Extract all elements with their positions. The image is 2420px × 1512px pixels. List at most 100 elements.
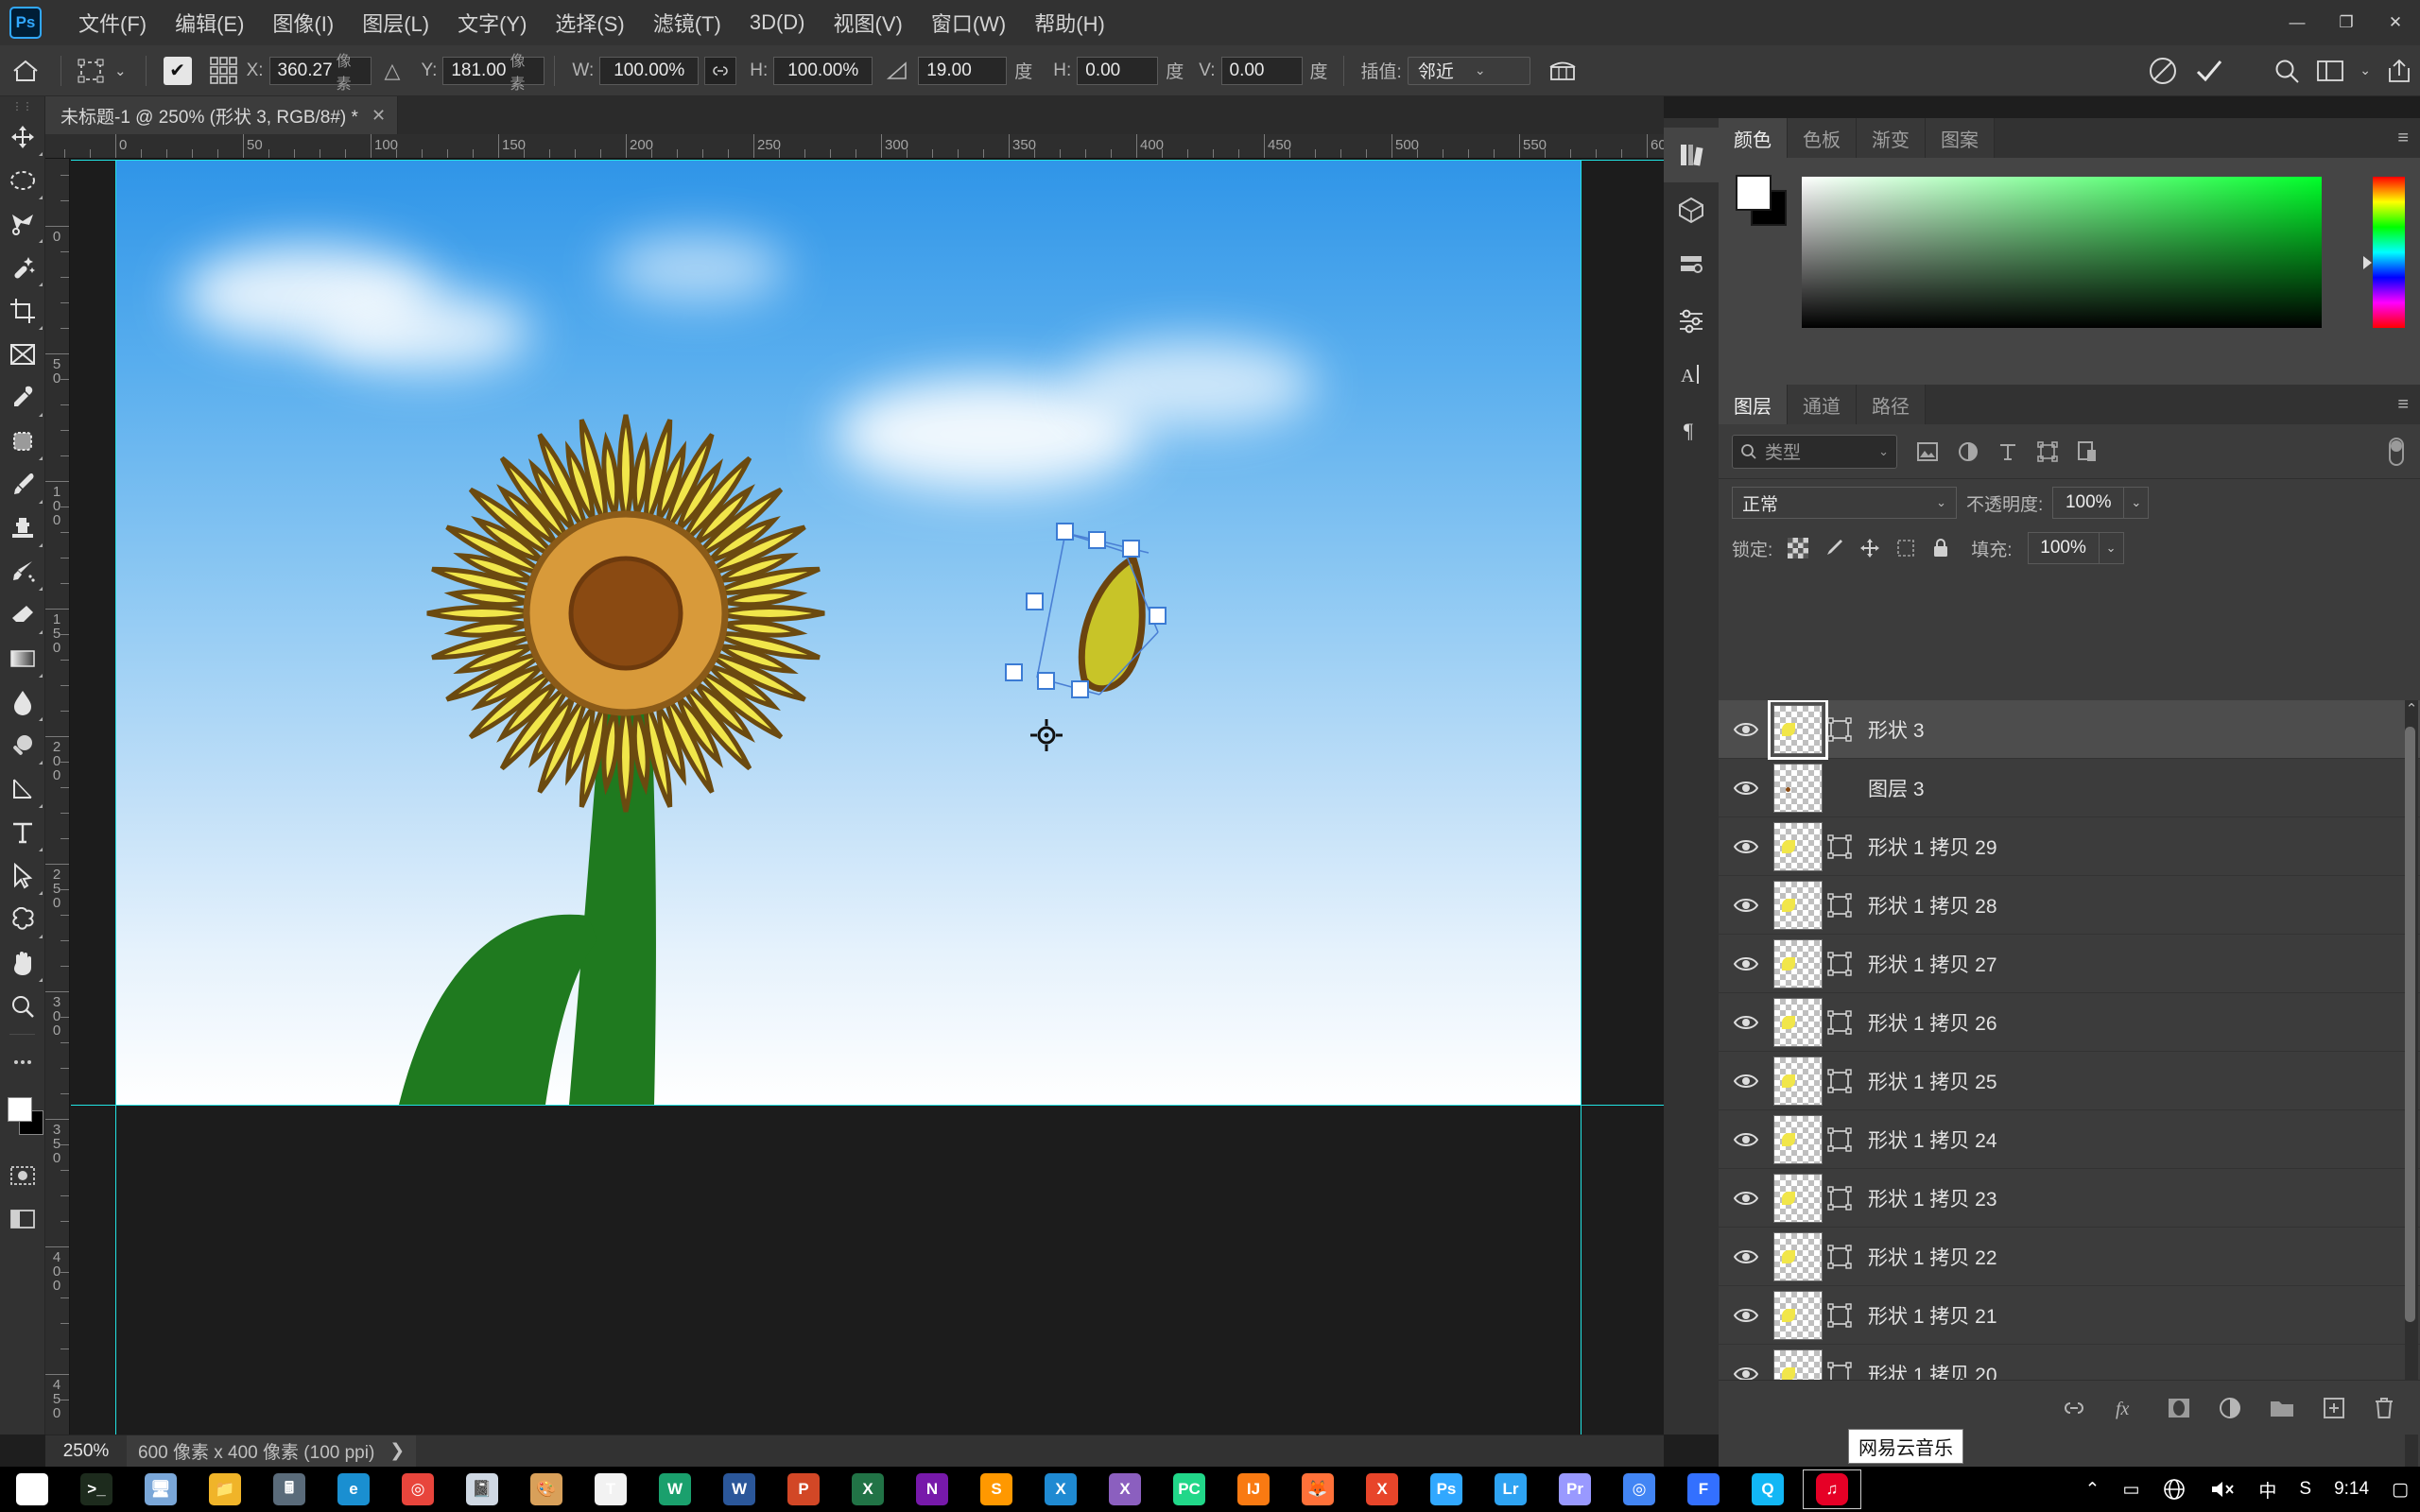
taskbar-terminal-app[interactable]: >_ [64, 1467, 129, 1512]
layer-visibility-toggle-icon[interactable] [1719, 720, 1773, 739]
layer-visibility-toggle-icon[interactable] [1719, 1189, 1773, 1208]
taskbar-computer-app[interactable]: 🖥 [129, 1467, 193, 1512]
color-panel-swatches[interactable] [1736, 175, 1787, 226]
layer-visibility-toggle-icon[interactable] [1719, 896, 1773, 915]
layer-visibility-toggle-icon[interactable] [1719, 1247, 1773, 1266]
tab-patterns[interactable]: 图案 [1926, 118, 1995, 158]
taskbar-pycharm-app[interactable]: PC [1157, 1467, 1221, 1512]
layer-visibility-toggle-icon[interactable] [1719, 779, 1773, 798]
taskbar-chrome2-app[interactable]: ◎ [1607, 1467, 1671, 1512]
vector-mask-thumbnail[interactable] [1826, 1185, 1853, 1211]
zoom-level[interactable]: 250% [45, 1441, 127, 1462]
healing-brush-tool[interactable] [0, 420, 45, 463]
quick-mask-icon[interactable] [0, 1154, 45, 1197]
new-group-button[interactable] [2269, 1397, 2295, 1419]
filter-adjustment-icon[interactable] [1958, 441, 1979, 462]
eraser-tool[interactable] [0, 593, 45, 637]
vector-mask-thumbnail[interactable] [1826, 1009, 1853, 1036]
tool-preset-caret-icon[interactable]: ⌄ [111, 62, 136, 79]
opacity-stepper-caret-icon[interactable]: ⌄ [2124, 487, 2150, 519]
layer-row[interactable]: 形状 1 拷贝 27 [1719, 935, 2420, 993]
layer-thumbnail[interactable] [1773, 997, 1823, 1047]
ime-icon[interactable]: 中 [2247, 1467, 2288, 1512]
transform-reference-point-icon[interactable] [1030, 719, 1063, 751]
rail-adjustments-button[interactable] [1664, 237, 1719, 292]
rail-character-button[interactable]: A [1664, 347, 1719, 402]
taskbar-intellij-app[interactable]: IJ [1221, 1467, 1286, 1512]
color-swatches[interactable] [0, 1091, 45, 1148]
sogou-ime-icon[interactable]: S [2288, 1467, 2323, 1512]
layer-thumbnail[interactable] [1773, 1231, 1823, 1281]
layer-visibility-toggle-icon[interactable] [1719, 1130, 1773, 1149]
h-input[interactable]: 100.00% [773, 56, 873, 85]
layer-thumbnail[interactable] [1773, 763, 1823, 813]
guide-bottom[interactable] [71, 1105, 1664, 1106]
taskbar-sublime-app[interactable]: S [964, 1467, 1028, 1512]
menu-window[interactable]: 窗口(W) [917, 4, 1020, 42]
layer-thumbnail[interactable] [1768, 700, 1828, 760]
tab-channels[interactable]: 通道 [1788, 385, 1857, 424]
blend-mode-select[interactable]: 正常 ⌄ [1732, 487, 1957, 519]
filter-shape-icon[interactable] [2037, 440, 2058, 462]
type-tool[interactable] [0, 811, 45, 854]
menu-select[interactable]: 选择(S) [541, 4, 638, 42]
shape-tool[interactable] [0, 898, 45, 941]
layer-visibility-toggle-icon[interactable] [1719, 1013, 1773, 1032]
layer-row[interactable]: 形状 1 拷贝 26 [1719, 993, 2420, 1052]
transform-handle-top-center[interactable] [1088, 531, 1106, 549]
lock-transparency-icon[interactable] [1788, 538, 1809, 558]
link-layers-button[interactable] [2061, 1400, 2087, 1417]
adjustment-layer-button[interactable] [2218, 1397, 2242, 1419]
taskbar-word-app[interactable]: W [707, 1467, 771, 1512]
menu-file[interactable]: 文件(F) [64, 4, 161, 42]
taskbar-firefox-app[interactable]: 🦊 [1286, 1467, 1350, 1512]
vector-mask-thumbnail[interactable] [1826, 951, 1853, 977]
taskbar-file-explorer-app[interactable]: 📁 [193, 1467, 257, 1512]
chain-link-icon[interactable] [704, 56, 737, 85]
canvas-viewport[interactable] [71, 160, 1664, 1435]
search-icon[interactable] [2273, 57, 2301, 85]
transform-handle-top-left[interactable] [1056, 523, 1074, 541]
document-tab[interactable]: 未标题-1 @ 250% (形状 3, RGB/8#) * ✕ [45, 96, 399, 134]
status-expand-icon[interactable]: ❯ [389, 1440, 405, 1462]
taskbar-photoshop-app[interactable]: Ps [1414, 1467, 1478, 1512]
x-input[interactable]: 360.27 像素 [268, 54, 372, 93]
transform-handle-middle-right[interactable] [1149, 607, 1167, 625]
vector-mask-thumbnail[interactable] [1826, 1068, 1853, 1094]
vector-mask-thumbnail[interactable] [1826, 1244, 1853, 1270]
interpolation-select[interactable]: 邻近 ⌄ [1407, 56, 1530, 85]
filter-toggle-icon[interactable] [2386, 436, 2407, 468]
taskbar-excel-app[interactable]: X [836, 1467, 900, 1512]
artboard[interactable] [115, 160, 1581, 1105]
screen-mode-icon[interactable] [0, 1197, 45, 1241]
reference-point-grid-icon[interactable] [209, 56, 239, 86]
layer-row[interactable]: 形状 1 拷贝 23 [1719, 1169, 2420, 1228]
transform-handle-bottom-center[interactable] [1037, 672, 1055, 690]
layer-row[interactable]: 形状 1 拷贝 21 [1719, 1286, 2420, 1345]
fill-stepper-caret-icon[interactable]: ⌄ [2099, 532, 2124, 564]
fill-input[interactable]: 100% [2027, 532, 2100, 564]
marquee-tool[interactable] [0, 159, 45, 202]
layer-style-button[interactable]: fx [2114, 1396, 2140, 1420]
clock[interactable]: 9:14 [2323, 1467, 2380, 1512]
move-tool[interactable] [0, 115, 45, 159]
filter-image-icon[interactable] [1916, 441, 1939, 462]
taskbar-feishu-app[interactable]: F [1671, 1467, 1736, 1512]
workspace-caret-icon[interactable]: ⌄ [2360, 62, 2371, 78]
layer-thumbnail[interactable] [1773, 1173, 1823, 1223]
vector-mask-thumbnail[interactable] [1826, 892, 1853, 919]
vector-mask-thumbnail[interactable] [1826, 716, 1853, 743]
y-input[interactable]: 181.00 像素 [442, 54, 545, 93]
blur-tool[interactable] [0, 680, 45, 724]
layer-visibility-toggle-icon[interactable] [1719, 954, 1773, 973]
layer-thumbnail[interactable] [1773, 880, 1823, 930]
warp-icon[interactable] [1547, 59, 1578, 83]
close-button[interactable]: ✕ [2371, 0, 2420, 45]
skew-h-input[interactable]: 0.00 [1077, 56, 1159, 85]
taskbar-chrome-browser-app[interactable]: ◎ [386, 1467, 450, 1512]
notifications-icon[interactable]: ▢ [2380, 1467, 2420, 1512]
lasso-tool[interactable] [0, 202, 45, 246]
taskbar-qq-app[interactable]: Q [1736, 1467, 1800, 1512]
free-transform-tool-icon[interactable] [71, 59, 111, 83]
skew-v-input[interactable]: 0.00 [1220, 56, 1303, 85]
